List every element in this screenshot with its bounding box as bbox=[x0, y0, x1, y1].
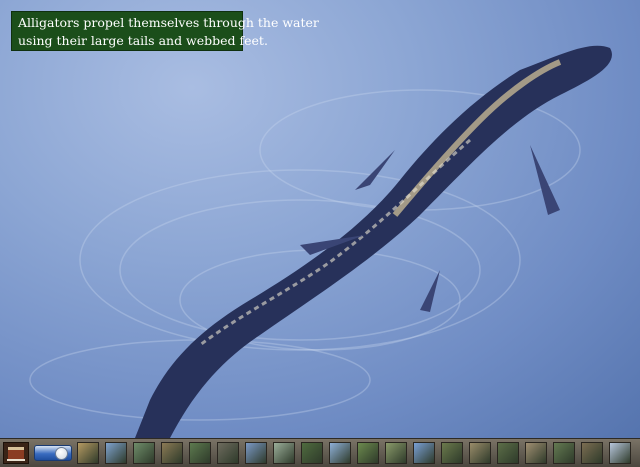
thumbnail-10[interactable] bbox=[329, 442, 351, 464]
filmstrip-bar bbox=[0, 438, 640, 467]
thumbnail-18[interactable] bbox=[553, 442, 575, 464]
thumbnail-11[interactable] bbox=[357, 442, 379, 464]
thumbnail-13[interactable] bbox=[413, 442, 435, 464]
thumbnail-3[interactable] bbox=[133, 442, 155, 464]
slide-photo: Alligators propel themselves through the… bbox=[0, 0, 640, 438]
thumbnail-20[interactable] bbox=[609, 442, 631, 464]
thumbnail-2[interactable] bbox=[105, 442, 127, 464]
thumbnail-14[interactable] bbox=[441, 442, 463, 464]
thumbnail-6[interactable] bbox=[217, 442, 239, 464]
thumbnail-12[interactable] bbox=[385, 442, 407, 464]
thumbnail-scroll-slider[interactable] bbox=[34, 445, 72, 461]
thumbnail-7[interactable] bbox=[245, 442, 267, 464]
caption-line-2: using their large tails and webbed feet. bbox=[18, 33, 268, 48]
home-label-mark bbox=[7, 459, 25, 461]
caption-line-1: Alligators propel themselves through the… bbox=[18, 15, 319, 30]
thumbnail-17[interactable] bbox=[525, 442, 547, 464]
thumbnail-1[interactable] bbox=[77, 442, 99, 464]
thumbnail-5[interactable] bbox=[189, 442, 211, 464]
thumbnail-4[interactable] bbox=[161, 442, 183, 464]
home-button[interactable] bbox=[3, 442, 29, 464]
thumbnail-8[interactable] bbox=[273, 442, 295, 464]
thumbnail-9[interactable] bbox=[301, 442, 323, 464]
slider-knob[interactable] bbox=[55, 447, 68, 460]
thumbnail-16[interactable] bbox=[497, 442, 519, 464]
slide-caption: Alligators propel themselves through the… bbox=[11, 11, 319, 51]
alligator-photo-illustration bbox=[29, 45, 612, 438]
thumbnail-19[interactable] bbox=[581, 442, 603, 464]
thumbnail-15[interactable] bbox=[469, 442, 491, 464]
